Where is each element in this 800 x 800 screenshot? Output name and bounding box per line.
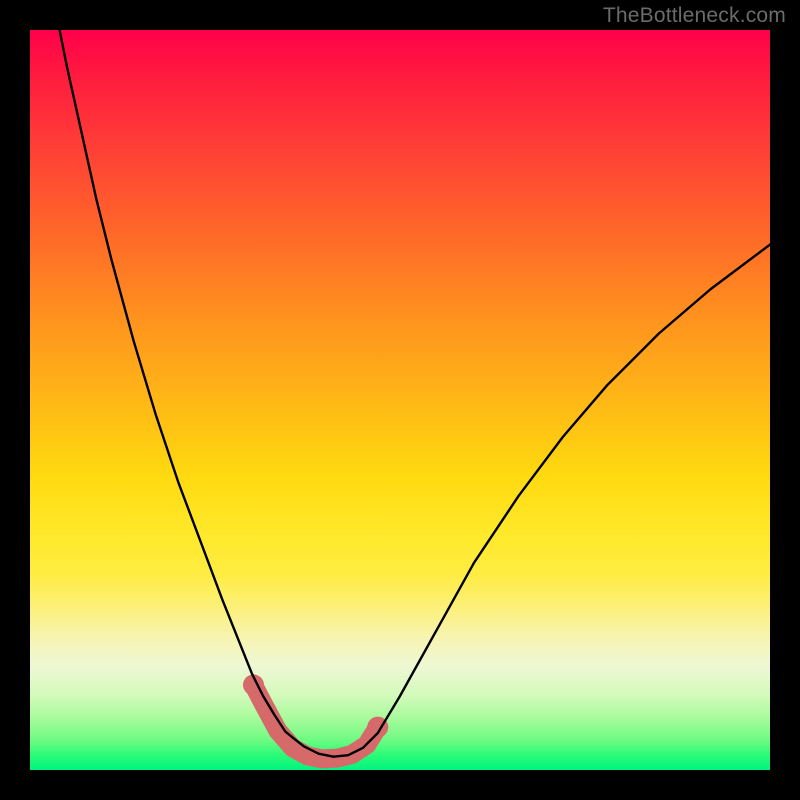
bottleneck-curve (60, 30, 770, 757)
highlight-band-path (253, 685, 377, 759)
watermark-text: TheBottleneck.com (603, 4, 786, 28)
plot-area (30, 30, 770, 770)
chart-overlay (30, 30, 770, 770)
chart-frame: TheBottleneck.com (0, 0, 800, 800)
